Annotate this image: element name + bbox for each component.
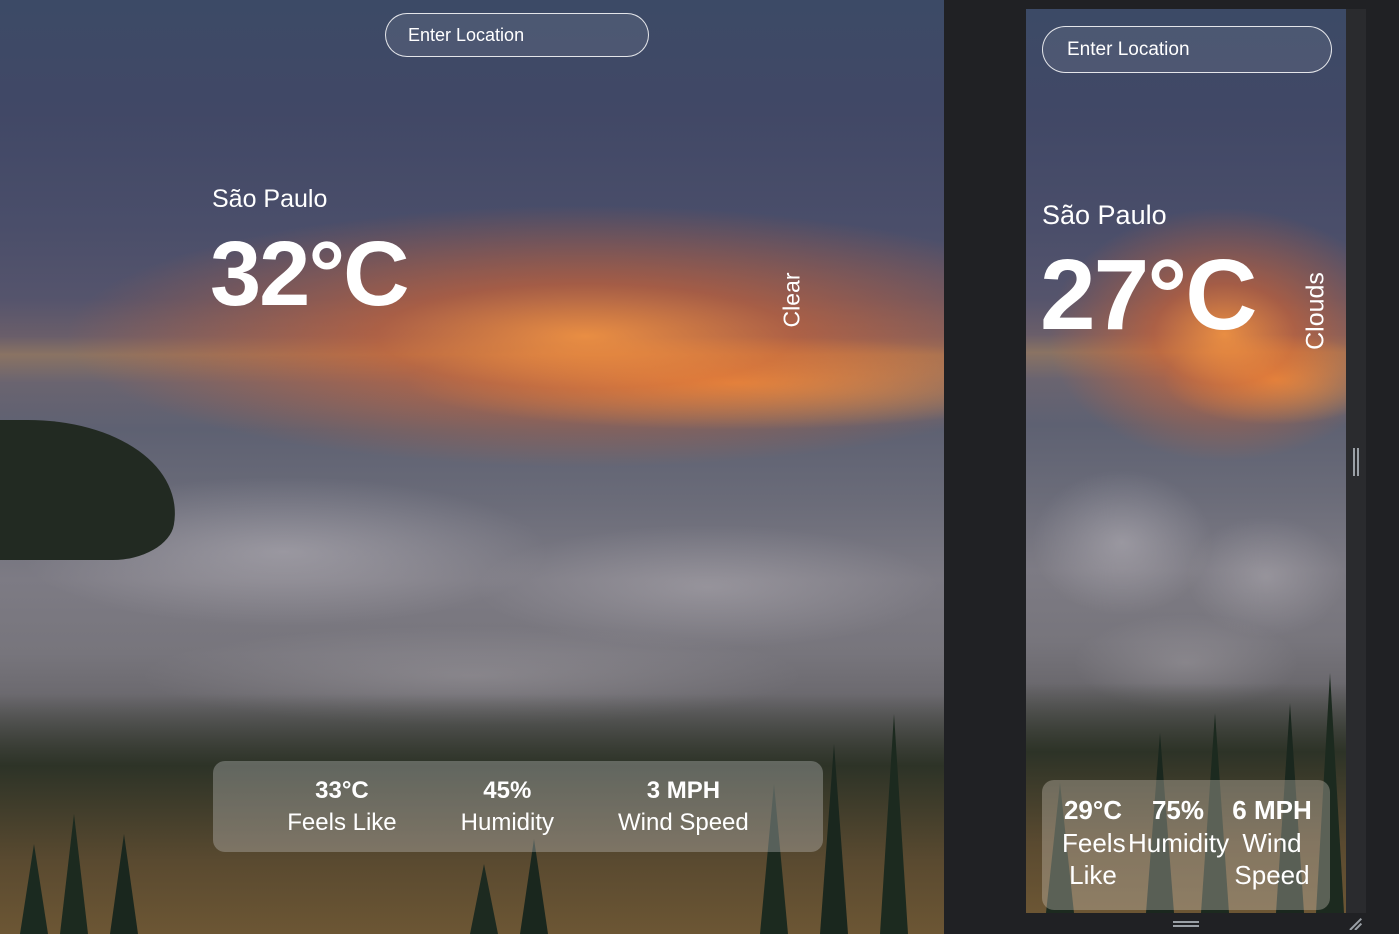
tree bbox=[60, 814, 88, 934]
current-temperature: 27°C bbox=[1040, 239, 1257, 351]
tree bbox=[880, 714, 908, 934]
wind-speed-value: 3 MPH bbox=[646, 777, 721, 805]
humidity-value: 45% bbox=[483, 777, 532, 805]
city-name: São Paulo bbox=[212, 185, 328, 213]
current-temperature: 32°C bbox=[210, 223, 410, 325]
humidity-stat: 45% Humidity bbox=[461, 775, 554, 837]
feels-like-stat: 29°C Feels Like bbox=[1062, 794, 1126, 910]
location-search-input[interactable]: Enter Location bbox=[1042, 26, 1332, 73]
horizontal-resize-handle-icon[interactable] bbox=[1173, 921, 1199, 927]
city-name: São Paulo bbox=[1042, 200, 1167, 230]
feels-like-value: 29°C bbox=[1063, 795, 1123, 825]
wind-speed-label: Wind Speed bbox=[618, 808, 749, 836]
feels-like-value: 33°C bbox=[315, 777, 369, 805]
background-scene-small bbox=[1026, 9, 1346, 913]
wind-speed-label: Wind Speed bbox=[1234, 827, 1310, 891]
wind-speed-stat: 3 MPH Wind Speed bbox=[618, 775, 749, 837]
tree bbox=[820, 744, 848, 934]
tree bbox=[520, 839, 548, 934]
tree bbox=[110, 834, 138, 934]
humidity-label: Humidity bbox=[1128, 827, 1230, 858]
weather-stats-panel: 29°C Feels Like 75% Humidity 6 MPH Wind … bbox=[1042, 780, 1330, 910]
humidity-label: Humidity bbox=[460, 808, 554, 836]
wind-speed-stat: 6 MPH Wind Speed bbox=[1232, 794, 1312, 910]
wind-speed-value: 6 MPH bbox=[1232, 795, 1312, 825]
corner-resize-grip-icon[interactable] bbox=[1348, 916, 1362, 930]
feels-like-label: Feels Like bbox=[1062, 827, 1126, 891]
location-search-input[interactable]: Enter Location bbox=[385, 13, 649, 57]
humidity-value: 75% bbox=[1151, 795, 1205, 825]
vertical-resize-handle-icon[interactable] bbox=[1353, 448, 1359, 476]
humidity-stat: 75% Humidity bbox=[1128, 794, 1230, 910]
tree bbox=[470, 864, 498, 934]
weather-condition: Clouds bbox=[1301, 272, 1330, 350]
weather-stats-panel: 33°C Feels Like 45% Humidity 3 MPH Wind … bbox=[213, 761, 823, 852]
feels-like-label: Feels Like bbox=[287, 808, 397, 836]
weather-condition: Clear bbox=[778, 272, 805, 328]
tree bbox=[20, 844, 48, 934]
feels-like-stat: 33°C Feels Like bbox=[287, 775, 396, 837]
fog-layer bbox=[1026, 370, 1346, 715]
